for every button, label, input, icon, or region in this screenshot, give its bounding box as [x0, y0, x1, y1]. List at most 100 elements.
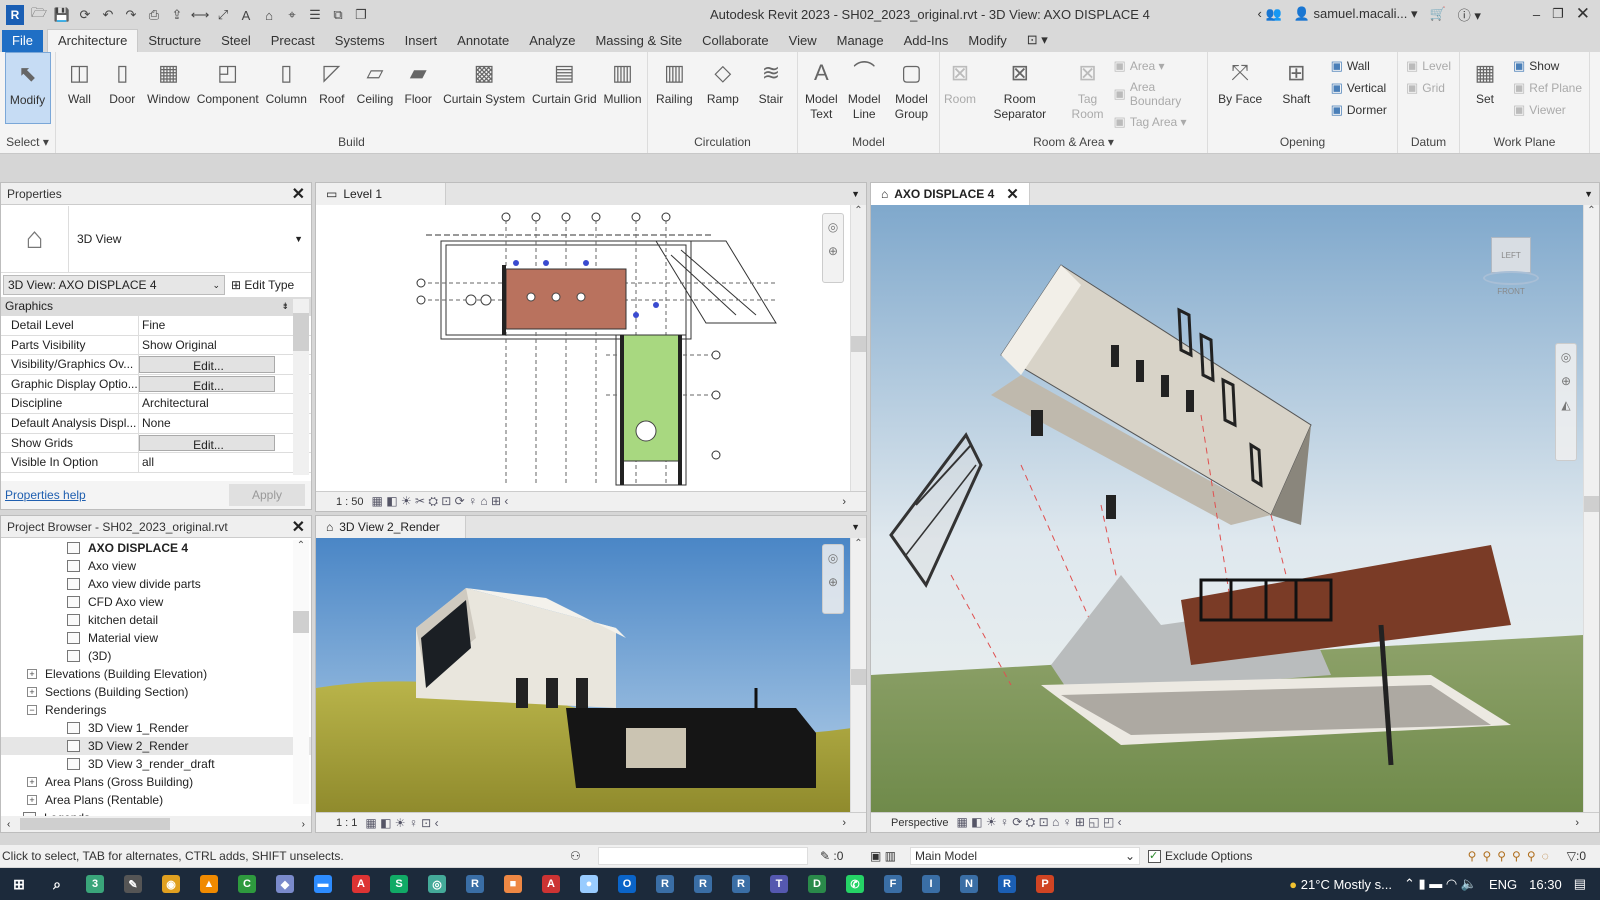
area-button[interactable]: ▣ Area ▾ — [1114, 58, 1205, 74]
tab-analyze[interactable]: Analyze — [519, 30, 585, 52]
render-vscrollbar[interactable]: ⌃ — [850, 538, 866, 812]
property-value[interactable]: None — [139, 414, 275, 433]
view-level-1[interactable]: ▭ Level 1 ▼ ◎ ⊕ ⌃ 1 : 50 ▦ ◧ ☀ ✂ ⛭ ⊡ ⟳ ♀ ⌂ ⊞… — [315, 182, 867, 512]
viewcube-face[interactable]: LEFT FRONT — [1491, 237, 1531, 296]
axo-vscrollbar[interactable]: ⌃ — [1583, 205, 1599, 812]
view-3d-view-2-render[interactable]: ⌂ 3D View 2_Render ▼ ◎ ⊕ ⌃ 1 : 1 ▦ ◧ ☀ ♀ ⊡ ‹… — [315, 515, 867, 833]
export-icon[interactable]: ⇪ — [169, 7, 185, 23]
hscroll-right[interactable]: › — [842, 817, 846, 829]
expand-icon[interactable]: + — [27, 687, 37, 697]
thin-lines-icon[interactable]: ☰ — [307, 7, 323, 23]
open-icon[interactable]: 🗁 — [31, 5, 47, 23]
taskbar-app[interactable]: P — [1026, 868, 1064, 900]
dimension-icon[interactable]: ⤢ — [215, 7, 231, 23]
browser-item[interactable]: 3D View 2_Render — [1, 737, 311, 755]
taskbar-app[interactable]: A — [532, 868, 570, 900]
tab-level-1[interactable]: ▭ Level 1 — [316, 183, 446, 205]
wall-button[interactable]: ▣ Wall — [1331, 58, 1387, 74]
view-menu-icon[interactable]: ▼ — [851, 522, 860, 532]
user-account[interactable]: 👤 samuel.macali... ▾ — [1294, 6, 1418, 22]
print-icon[interactable]: ⎙ — [146, 7, 162, 23]
grid-button[interactable]: ▣ Grid — [1406, 80, 1451, 96]
taskbar-app[interactable]: A — [342, 868, 380, 900]
properties-help-link[interactable]: Properties help — [5, 488, 86, 502]
browser-hscrollbar[interactable]: ‹ › — [1, 816, 311, 832]
restore-button[interactable]: ❐ — [1552, 6, 1564, 22]
property-value[interactable]: Fine — [139, 316, 275, 335]
taskbar-app[interactable]: ▬ — [304, 868, 342, 900]
expand-icon[interactable]: + — [27, 669, 37, 679]
steering-wheel-icon[interactable]: ◎ — [1561, 350, 1571, 364]
navigation-bar[interactable]: ◎ ⊕ — [822, 544, 844, 614]
view-axo-displace-4[interactable]: ⌂ AXO DISPLACE 4 ✕ ▼ LEFT FRONT ◎ ⊕ ◭ ⌃ Persp… — [870, 182, 1600, 833]
browser-item[interactable]: + Area Plans (Rentable) — [1, 791, 311, 809]
view-scale[interactable]: 1 : 1 — [336, 817, 357, 829]
zoom-icon[interactable]: ⊕ — [1561, 374, 1571, 388]
browser-scrollbar[interactable]: ⌃ — [293, 540, 309, 804]
view-controls-icons[interactable]: ▦ ◧ ☀ ♀ ⊡ ‹ — [365, 816, 438, 830]
steering-wheel-icon[interactable]: ◎ — [828, 220, 838, 234]
taskbar-app[interactable]: I — [912, 868, 950, 900]
language-indicator[interactable]: ENG — [1489, 877, 1517, 892]
selection-toggle-icons[interactable]: ⚲⚲⚲⚲⚲◌ — [1468, 849, 1555, 863]
taskbar-app[interactable]: T — [760, 868, 798, 900]
taskbar-app[interactable]: 3 — [76, 868, 114, 900]
taskbar-app[interactable]: F — [874, 868, 912, 900]
browser-item[interactable]: − Renderings — [1, 701, 311, 719]
tab-3d-view-2-render[interactable]: ⌂ 3D View 2_Render — [316, 516, 466, 538]
cart-icon[interactable]: 🛒 — [1430, 6, 1446, 22]
close-hidden-icon[interactable]: ⧉ — [330, 7, 346, 23]
editable-only-count[interactable]: ✎ :0 — [820, 849, 870, 863]
expand-icon[interactable]: + — [27, 777, 37, 787]
view-menu-icon[interactable]: ▼ — [1584, 189, 1593, 199]
filter-icon[interactable]: ▽:0 — [1567, 849, 1586, 863]
expand-icon[interactable]: + — [27, 795, 37, 805]
apply-button[interactable]: Apply — [229, 484, 305, 506]
floor-plan-drawing[interactable] — [316, 205, 852, 493]
3d-view-icon[interactable]: ⌂ — [261, 7, 277, 23]
help-icon[interactable]: ⓘ ▾ — [1458, 5, 1481, 24]
view-menu-icon[interactable]: ▼ — [851, 189, 860, 199]
tab-collaborate[interactable]: Collaborate — [692, 30, 779, 52]
hscroll-right[interactable]: › — [842, 496, 846, 508]
section-icon[interactable]: ⌖ — [284, 7, 300, 23]
binoculars-icon[interactable]: ‹ 👥 — [1258, 6, 1282, 22]
browser-item[interactable]: + Elevations (Building Elevation) — [1, 665, 311, 683]
edit-button[interactable]: Edit... — [139, 375, 275, 393]
view-projection[interactable]: Perspective — [891, 817, 948, 829]
browser-item[interactable]: Axo view — [1, 557, 311, 575]
modify-button[interactable]: ⬉ Modify — [4, 52, 51, 124]
properties-scrollbar[interactable] — [293, 299, 309, 475]
taskbar-app[interactable]: O — [608, 868, 646, 900]
view-scale[interactable]: 1 : 50 — [336, 496, 364, 508]
property-value[interactable]: Show Original — [139, 336, 275, 355]
undo-icon[interactable]: ↶ — [100, 7, 116, 23]
tab-massing-site[interactable]: Massing & Site — [585, 30, 692, 52]
browser-item[interactable]: CFD Axo view — [1, 593, 311, 611]
taskbar-app[interactable]: ◆ — [266, 868, 304, 900]
edit-button[interactable]: Edit... — [139, 434, 275, 452]
close-properties-button[interactable]: ✕ — [292, 184, 305, 204]
zoom-icon[interactable]: ⊕ — [828, 575, 838, 589]
browser-item[interactable]: + Sections (Building Section) — [1, 683, 311, 701]
view-controls-icons[interactable]: ▦ ◧ ☀ ♀ ⟳ ⛭ ⊡ ⌂ ♀ ⊞ ◱ ◰ ‹ — [956, 815, 1121, 830]
taskbar-app[interactable]: ✆ — [836, 868, 874, 900]
ref-plane-button[interactable]: ▣ Ref Plane — [1513, 80, 1582, 96]
taskbar-app[interactable]: R — [988, 868, 1026, 900]
taskbar-app[interactable]: ■ — [494, 868, 532, 900]
exclude-options-checkbox[interactable]: ✓ Exclude Options — [1148, 849, 1252, 863]
show-button[interactable]: ▣ Show — [1513, 58, 1582, 74]
tab-insert[interactable]: Insert — [395, 30, 448, 52]
tab-steel[interactable]: Steel — [211, 30, 261, 52]
worksharing-icon[interactable]: ⚇ — [570, 849, 598, 863]
zoom-icon[interactable]: ⊕ — [828, 244, 838, 258]
taskbar-app[interactable]: C — [228, 868, 266, 900]
instance-selector[interactable]: 3D View: AXO DISPLACE 4 ⌄ — [3, 275, 225, 295]
browser-item[interactable]: kitchen detail — [1, 611, 311, 629]
orbit-icon[interactable]: ◭ — [1561, 398, 1570, 412]
browser-item[interactable]: (3D) — [1, 647, 311, 665]
browser-item[interactable]: 3D View 3_render_draft — [1, 755, 311, 773]
close-window-button[interactable]: ✕ — [1576, 4, 1590, 24]
tab-structure[interactable]: Structure — [138, 30, 211, 52]
tab-file[interactable]: File — [2, 30, 43, 52]
